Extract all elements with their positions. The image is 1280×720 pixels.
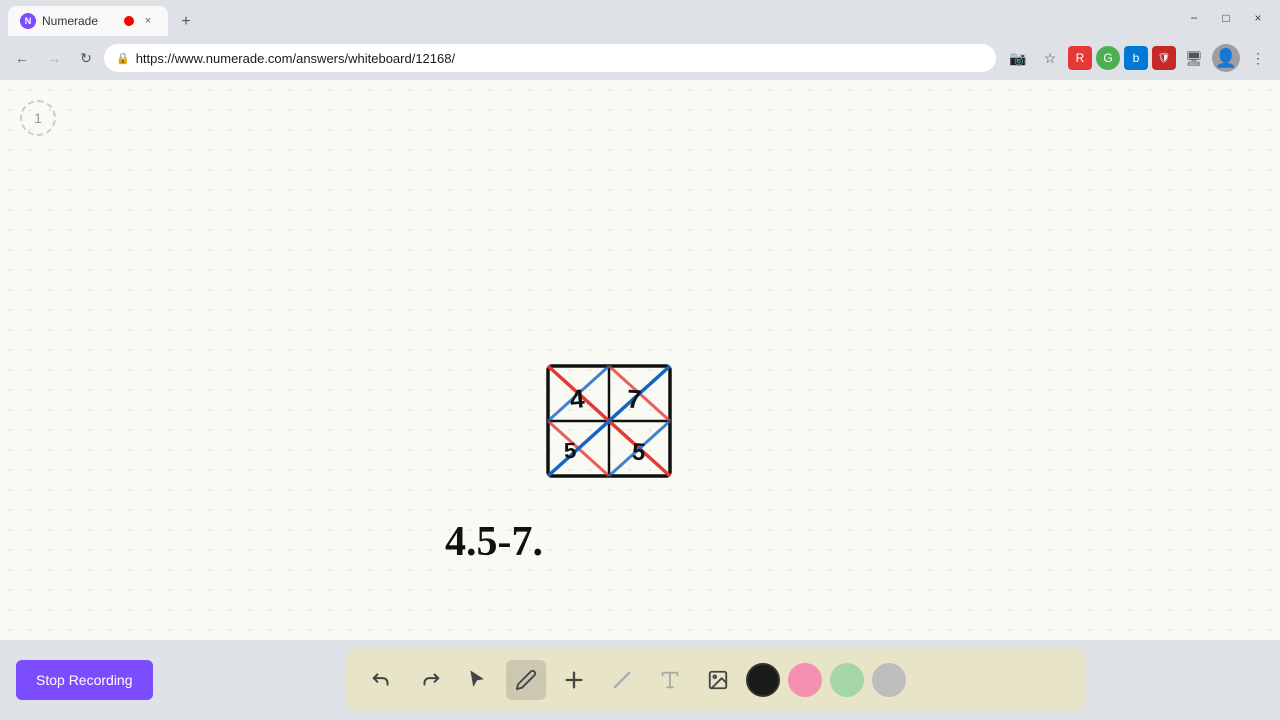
text-tool-button[interactable] <box>650 660 690 700</box>
back-button[interactable]: ← <box>8 44 36 72</box>
close-button[interactable]: × <box>1244 4 1272 32</box>
nav-toolbar: ← → ↻ 🔒 https://www.numerade.com/answers… <box>0 36 1280 80</box>
stop-recording-button[interactable]: Stop Recording <box>16 660 153 700</box>
maximize-button[interactable]: □ <box>1212 4 1240 32</box>
content-area: 1 <box>0 80 1280 640</box>
drawing-area: 4 7 5 5 4.5-7. <box>0 80 1280 640</box>
minimize-button[interactable]: − <box>1180 4 1208 32</box>
svg-text:7: 7 <box>626 383 642 414</box>
camera-icon[interactable]: 📷 <box>1004 44 1032 72</box>
address-bar[interactable]: 🔒 https://www.numerade.com/answers/white… <box>104 44 996 72</box>
tab-title: Numerade <box>42 14 98 28</box>
extension5-icon[interactable]: 🖥 <box>1180 44 1208 72</box>
forward-button[interactable]: → <box>40 44 68 72</box>
recording-indicator <box>124 16 134 26</box>
lock-icon: 🔒 <box>116 52 130 65</box>
tool-palette <box>346 648 1086 712</box>
profile-icon[interactable]: 👤 <box>1212 44 1240 72</box>
tab-strip: N Numerade × + <box>8 0 200 36</box>
color-pink-swatch[interactable] <box>788 663 822 697</box>
svg-text:5: 5 <box>631 438 646 466</box>
browser-frame: N Numerade × + − □ × ← → ↻ 🔒 https://www… <box>0 0 1280 720</box>
undo-button[interactable] <box>362 660 402 700</box>
window-controls: − □ × <box>1180 4 1272 32</box>
refresh-button[interactable]: ↻ <box>72 44 100 72</box>
toolbar-icons: 📷 ☆ R G b 🛡 🖥 👤 ⋮ <box>1004 44 1272 72</box>
color-green-swatch[interactable] <box>830 663 864 697</box>
whiteboard-canvas[interactable]: 1 <box>0 80 1280 640</box>
add-tool-button[interactable] <box>554 660 594 700</box>
active-tab[interactable]: N Numerade × <box>8 6 168 36</box>
color-gray-swatch[interactable] <box>872 663 906 697</box>
extension1-icon[interactable]: R <box>1068 46 1092 70</box>
extension3-icon[interactable]: b <box>1124 46 1148 70</box>
eraser-tool-button[interactable] <box>602 660 642 700</box>
new-tab-button[interactable]: + <box>172 8 200 36</box>
url-text: https://www.numerade.com/answers/whitebo… <box>136 51 984 66</box>
extension2-icon[interactable]: G <box>1096 46 1120 70</box>
title-bar: N Numerade × + − □ × <box>0 0 1280 36</box>
redo-button[interactable] <box>410 660 450 700</box>
pen-tool-button[interactable] <box>506 660 546 700</box>
svg-text:4.5-7.: 4.5-7. <box>445 519 543 565</box>
menu-icon[interactable]: ⋮ <box>1244 44 1272 72</box>
bookmark-icon[interactable]: ☆ <box>1036 44 1064 72</box>
select-tool-button[interactable] <box>458 660 498 700</box>
extension4-icon[interactable]: 🛡 <box>1152 46 1176 70</box>
svg-text:5: 5 <box>563 438 577 464</box>
image-tool-button[interactable] <box>698 660 738 700</box>
color-black-swatch[interactable] <box>746 663 780 697</box>
bottom-toolbar: Stop Recording <box>0 640 1280 720</box>
tab-favicon: N <box>20 13 36 29</box>
tab-close-button[interactable]: × <box>140 13 156 29</box>
